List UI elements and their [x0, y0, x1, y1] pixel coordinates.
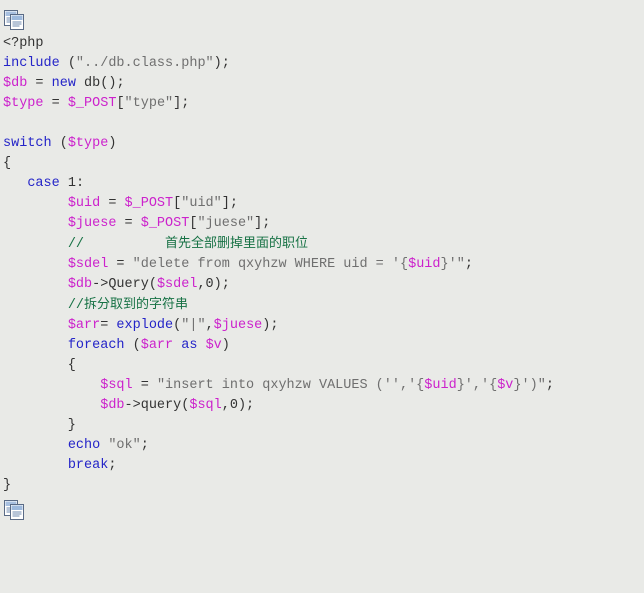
token-keyword-switch: switch [3, 136, 52, 151]
code-line: echo "ok"; [67, 438, 149, 453]
token-string-include-path: "../db.class.php" [75, 56, 214, 71]
token-string-uid: "uid" [181, 196, 222, 211]
code-line: switch ($type) [3, 136, 117, 151]
token-variable-juese: $juese [67, 216, 117, 231]
token-comment-2: //拆分取到的字符串 [67, 297, 189, 313]
code-line: <?php [3, 36, 44, 51]
token-superglobal-post: $_POST [67, 96, 117, 111]
code-line: $type = $_POST["type"]; [3, 96, 190, 111]
token-variable-sdel: $sdel [67, 257, 109, 272]
token-superglobal-post-uid: $_POST [124, 196, 174, 211]
token-variable-v: $v [205, 338, 222, 353]
token-keyword-new: new [51, 76, 76, 91]
token-string-delete-sql: "delete from qxyhzw WHERE uid = '{$uid}'… [132, 257, 465, 272]
code-line: case 1: [27, 176, 85, 191]
code-content: <?php include ("../db.class.php"); $db =… [0, 32, 644, 496]
token-keyword-as: as [181, 338, 198, 353]
code-line: } [3, 418, 76, 433]
code-line: $db = new db(); [3, 76, 125, 91]
token-variable-type: $type [3, 96, 44, 111]
token-variable-sql-2: $sql [189, 398, 222, 413]
token-variable-db-2: $db [67, 277, 93, 292]
code-line: $sdel = "delete from qxyhzw WHERE uid = … [67, 257, 473, 272]
token-variable-db-3: $db [100, 398, 125, 413]
token-function-explode: explode [116, 318, 174, 333]
copy-icon[interactable] [4, 500, 26, 520]
token-keyword-case: case [27, 176, 60, 191]
code-line: { [3, 156, 12, 171]
token-number-1: 1 [67, 176, 76, 191]
token-superglobal-post-juese: $_POST [140, 216, 190, 231]
token-variable-arr-2: $arr [140, 338, 174, 353]
copy-code-top-wrap[interactable] [0, 0, 644, 32]
code-line: include ("../db.class.php"); [3, 56, 230, 71]
code-line: $db->query($sql,0); [100, 398, 255, 413]
copy-code-bottom-wrap[interactable] [0, 496, 644, 522]
code-snippet-viewer: <?php include ("../db.class.php"); $db =… [0, 0, 644, 593]
token-variable-juese-2: $juese [213, 318, 263, 333]
copy-icon[interactable] [4, 10, 26, 30]
token-string-pipe: "|" [181, 318, 206, 333]
token-variable-type-2: $type [67, 136, 109, 151]
token-keyword-foreach: foreach [67, 338, 125, 353]
code-line: foreach ($arr as $v) [67, 338, 230, 353]
token-comment-1: // 首先全部删掉里面的职位 [67, 236, 309, 252]
code-line: $juese = $_POST["juese"]; [67, 216, 271, 231]
code-line: $db->Query($sdel,0); [67, 277, 230, 292]
token-string-ok: "ok" [108, 438, 141, 453]
code-line: { [3, 358, 76, 373]
code-line: $uid = $_POST["uid"]; [67, 196, 238, 211]
token-string-insert-sql: "insert into qxyhzw VALUES ('','{$uid}',… [156, 378, 546, 393]
code-line: } [3, 478, 12, 493]
code-line: // 首先全部删掉里面的职位 [3, 236, 309, 252]
code-line: break; [67, 458, 117, 473]
token-keyword-break: break [67, 458, 109, 473]
token-variable-uid: $uid [67, 196, 101, 211]
code-line: //拆分取到的字符串 [3, 297, 189, 313]
code-line: $sql = "insert into qxyhzw VALUES ('','{… [100, 378, 554, 393]
token-variable-sdel-2: $sdel [156, 277, 198, 292]
token-string-juese: "juese" [197, 216, 255, 231]
token-variable-arr: $arr [67, 318, 101, 333]
token-keyword-include: include [3, 56, 60, 71]
token-variable-db: $db [3, 76, 28, 91]
token-string-type: "type" [124, 96, 174, 111]
token-variable-sql: $sql [100, 378, 133, 393]
code-line: $arr= explode("|",$juese); [67, 318, 279, 333]
token-keyword-echo: echo [67, 438, 101, 453]
